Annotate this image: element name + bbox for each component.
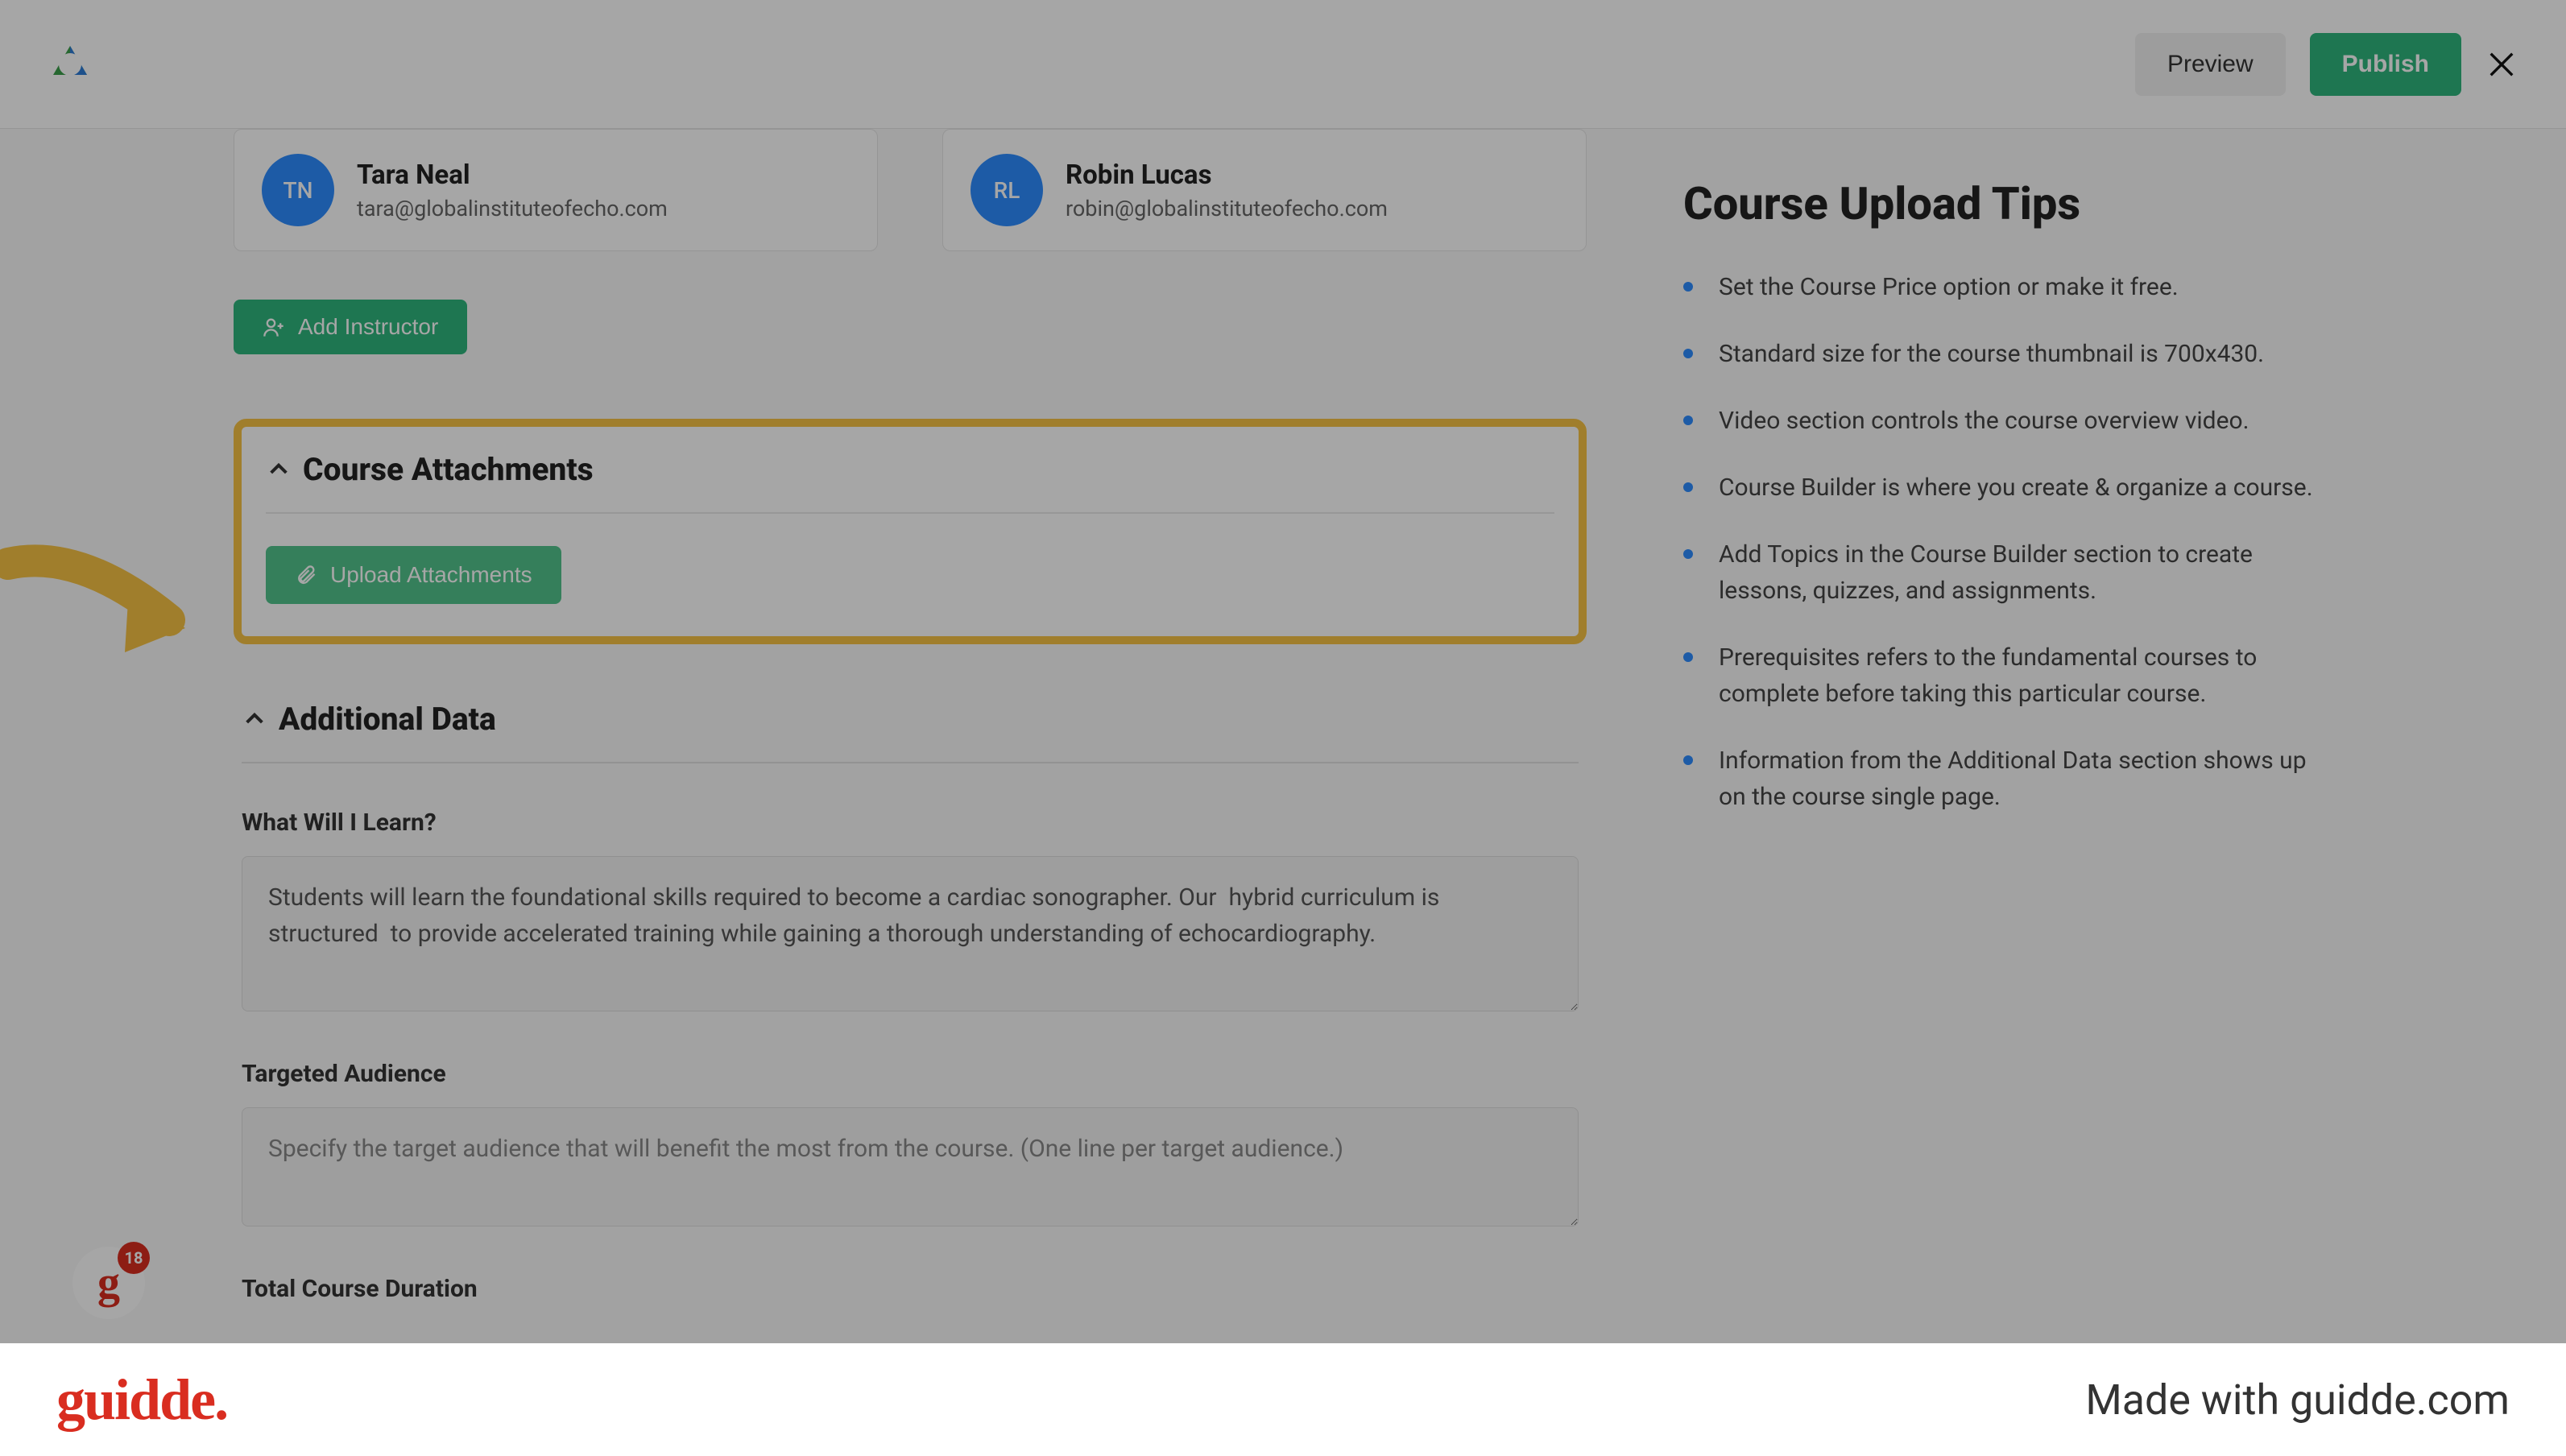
preview-button[interactable]: Preview: [2135, 33, 2286, 96]
total-course-duration-label: Total Course Duration: [242, 1275, 1579, 1303]
upload-attachments-button[interactable]: Upload Attachments: [266, 546, 561, 604]
instructor-name: Tara Neal: [357, 159, 668, 191]
what-will-i-learn-input[interactable]: [242, 856, 1579, 1011]
targeted-audience-label: Targeted Audience: [242, 1060, 1579, 1088]
section-title: Additional Data: [279, 701, 496, 738]
instructor-email: tara@globalinstituteofecho.com: [357, 196, 668, 221]
chevron-up-icon[interactable]: [266, 457, 292, 482]
what-will-i-learn-label: What Will I Learn?: [242, 809, 1579, 837]
guidde-g-icon: g: [97, 1257, 120, 1309]
upload-attachments-label: Upload Attachments: [330, 562, 532, 588]
guidde-logo: guidde.: [56, 1367, 227, 1433]
tips-list: Set the Course Price option or make it f…: [1683, 269, 2332, 815]
tips-title: Course Upload Tips: [1683, 177, 2332, 230]
top-bar: Preview Publish: [0, 0, 2566, 129]
instructor-card[interactable]: TN Tara Neal tara@globalinstituteofecho.…: [234, 129, 878, 251]
app-logo-icon: [48, 43, 92, 86]
tips-sidebar: Course Upload Tips Set the Course Price …: [1683, 129, 2332, 1322]
add-instructor-label: Add Instructor: [298, 314, 438, 340]
tip-item: Course Builder is where you create & org…: [1683, 469, 2332, 506]
paperclip-icon: [295, 564, 317, 586]
footer-bar: guidde. Made with guidde.com: [0, 1343, 2566, 1456]
instructor-email: robin@globalinstituteofecho.com: [1066, 196, 1388, 221]
user-plus-icon: [263, 316, 285, 338]
notification-badge: 18: [118, 1242, 150, 1274]
tip-item: Add Topics in the Course Builder section…: [1683, 536, 2332, 609]
additional-data-section: Additional Data What Will I Learn? Targe…: [234, 701, 1587, 1303]
tip-item: Prerequisites refers to the fundamental …: [1683, 639, 2332, 712]
avatar: RL: [971, 154, 1043, 226]
chevron-up-icon[interactable]: [242, 706, 267, 732]
tip-item: Set the Course Price option or make it f…: [1683, 269, 2332, 305]
avatar: TN: [262, 154, 334, 226]
add-instructor-button[interactable]: Add Instructor: [234, 300, 467, 354]
close-icon[interactable]: [2485, 48, 2518, 81]
annotation-arrow-icon: [0, 540, 234, 688]
targeted-audience-input[interactable]: [242, 1107, 1579, 1226]
section-title: Course Attachments: [303, 451, 594, 488]
course-attachments-section: Course Attachments Upload Attachments: [234, 419, 1587, 644]
instructor-card[interactable]: RL Robin Lucas robin@globalinstituteofec…: [942, 129, 1587, 251]
made-with-label: Made with guidde.com: [2085, 1375, 2510, 1425]
publish-button[interactable]: Publish: [2310, 33, 2461, 96]
tip-item: Information from the Additional Data sec…: [1683, 742, 2332, 815]
guidde-widget[interactable]: g 18: [72, 1247, 145, 1319]
tip-item: Video section controls the course overvi…: [1683, 403, 2332, 439]
instructor-name: Robin Lucas: [1066, 159, 1388, 191]
tip-item: Standard size for the course thumbnail i…: [1683, 336, 2332, 372]
instructor-list: TN Tara Neal tara@globalinstituteofecho.…: [234, 129, 1587, 251]
